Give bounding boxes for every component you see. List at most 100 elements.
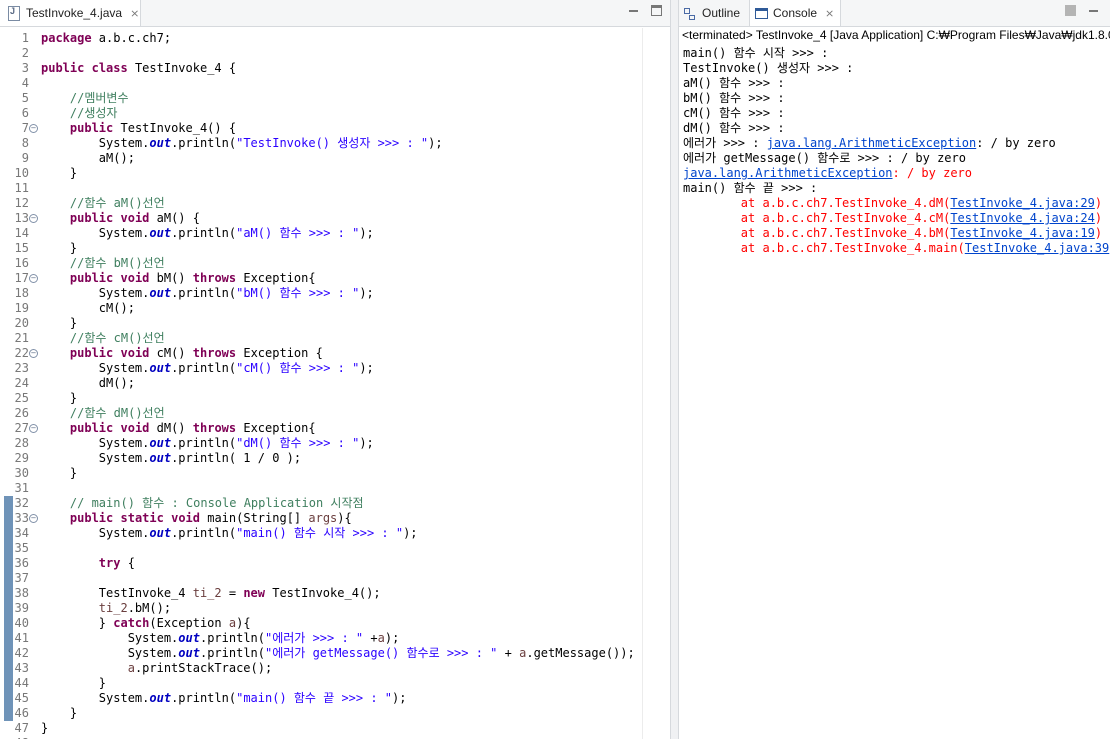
code-line[interactable]: 15 } (0, 241, 642, 256)
code-editor[interactable]: 1 package a.b.c.ch7; 2 3 public class TestIn… (0, 28, 642, 739)
code-line[interactable]: 17 public void bM() throws Exception{ (0, 271, 642, 286)
code-line[interactable]: 21 //함수 cM()선언 (0, 331, 642, 346)
code-line[interactable]: 46 } (0, 706, 642, 721)
code-line[interactable]: 26 //함수 dM()선언 (0, 406, 642, 421)
maximize-icon[interactable] (651, 5, 662, 16)
line-number: 8 (21, 136, 29, 150)
overview-ruler[interactable] (642, 28, 671, 739)
code-line[interactable]: 27 public void dM() throws Exception{ (0, 421, 642, 436)
hyperlink[interactable]: TestInvoke_4.java:24 (950, 211, 1095, 225)
code-text: public TestInvoke_4() { (41, 121, 236, 136)
close-icon[interactable]: ⨯ (825, 7, 834, 20)
code-line[interactable]: 23 System.out.println("cM() 함수 >>> : "); (0, 361, 642, 376)
code-line[interactable]: 4 (0, 76, 642, 91)
code-line[interactable]: 16 //함수 bM()선언 (0, 256, 642, 271)
code-line[interactable]: 29 System.out.println( 1 / 0 ); (0, 451, 642, 466)
code-line[interactable]: 37 (0, 571, 642, 586)
code-line[interactable]: 39 ti_2.bM(); (0, 601, 642, 616)
terminate-icon[interactable] (1065, 5, 1076, 16)
code-line[interactable]: 34 System.out.println("main() 함수 시작 >>> … (0, 526, 642, 541)
code-line[interactable]: 43 a.printStackTrace(); (0, 661, 642, 676)
code-line[interactable]: 11 (0, 181, 642, 196)
code-line[interactable]: 3 public class TestInvoke_4 { (0, 61, 642, 76)
code-token: void (120, 421, 150, 435)
code-line[interactable]: 14 System.out.println("aM() 함수 >>> : "); (0, 226, 642, 241)
code-line[interactable]: 36 try { (0, 556, 642, 571)
hyperlink[interactable]: java.lang.ArithmeticException (683, 166, 893, 180)
code-text: a.printStackTrace(); (41, 661, 273, 676)
code-line[interactable]: 10 } (0, 166, 642, 181)
editor-tab[interactable]: TestInvoke_4.java ⨯ (0, 0, 141, 26)
console-line: bM() 함수 >>> : (683, 91, 785, 106)
code-line[interactable]: 35 (0, 541, 642, 556)
line-number: 14 (14, 226, 29, 240)
code-line[interactable]: 41 System.out.println("에러가 >>> : " +a); (0, 631, 642, 646)
code-line[interactable]: 6 //생성자 (0, 106, 642, 121)
code-token: ) (1094, 196, 1103, 210)
code-line[interactable]: 44 } (0, 676, 642, 691)
code-line[interactable]: 42 System.out.println("에러가 getMessage() … (0, 646, 642, 661)
code-line[interactable]: 30 } (0, 466, 642, 481)
code-token: cM() (149, 346, 193, 360)
hyperlink[interactable]: TestInvoke_4.java:19 (950, 226, 1095, 240)
line-number: 28 (14, 436, 29, 450)
console-line: main() 함수 시작 >>> : (683, 46, 828, 61)
fold-toggle-icon[interactable] (29, 124, 38, 133)
hyperlink[interactable]: TestInvoke_4.java:29 (950, 196, 1095, 210)
close-icon[interactable]: ⨯ (130, 7, 139, 20)
code-line[interactable]: 8 System.out.println("TestInvoke() 생성자 >… (0, 136, 642, 151)
code-text: System.out.println( 1 / 0 ); (41, 451, 301, 466)
fold-toggle-icon[interactable] (29, 274, 38, 283)
code-line[interactable]: 32 // main() 함수 : Console Application 시작… (0, 496, 642, 511)
fold-toggle-icon[interactable] (29, 349, 38, 358)
code-token: ) (1094, 211, 1103, 225)
code-line[interactable]: 22 public void cM() throws Exception { (0, 346, 642, 361)
code-line[interactable]: 47} (0, 721, 642, 736)
minimize-icon[interactable] (1088, 5, 1099, 16)
code-text: ti_2.bM(); (41, 601, 171, 616)
code-token: public (41, 61, 85, 75)
code-line[interactable]: 20 } (0, 316, 642, 331)
hyperlink[interactable]: java.lang.ArithmeticException (767, 136, 977, 150)
code-line[interactable]: 13 public void aM() { (0, 211, 642, 226)
line-number: 44 (14, 676, 29, 690)
minimize-icon[interactable] (628, 5, 639, 16)
code-line[interactable]: 40 } catch(Exception a){ (0, 616, 642, 631)
tab-console[interactable]: Console ⨯ (749, 0, 841, 26)
fold-toggle-icon[interactable] (29, 424, 38, 433)
code-line[interactable]: 2 (0, 46, 642, 61)
code-line[interactable]: 24 dM(); (0, 376, 642, 391)
code-token: } (41, 706, 78, 720)
code-line[interactable]: 5 //멤버변수 (0, 91, 642, 106)
tab-outline[interactable]: Outline (679, 0, 753, 26)
code-line[interactable]: 28 System.out.println("dM() 함수 >>> : "); (0, 436, 642, 451)
code-line[interactable]: 38 TestInvoke_4 ti_2 = new TestInvoke_4(… (0, 586, 642, 601)
code-text: System.out.println("에러가 >>> : " +a); (41, 631, 400, 646)
tab-outline-label: Outline (702, 6, 741, 20)
code-line[interactable]: 33 public static void main(String[] args… (0, 511, 642, 526)
hyperlink[interactable]: TestInvoke_4.java:39 (965, 241, 1110, 255)
code-line[interactable]: 31 (0, 481, 642, 496)
code-token: System. (41, 646, 179, 660)
code-line[interactable]: 45 System.out.println("main() 함수 끝 >>> :… (0, 691, 642, 706)
code-line[interactable]: 18 System.out.println("bM() 함수 >>> : "); (0, 286, 642, 301)
code-token: System. (41, 691, 150, 705)
fold-toggle-icon[interactable] (29, 514, 38, 523)
code-line[interactable]: 7 public TestInvoke_4() { (0, 121, 642, 136)
code-text: } (41, 316, 77, 331)
code-token: .println( (171, 691, 237, 705)
code-token: out (149, 136, 172, 150)
code-line[interactable]: 19 cM(); (0, 301, 642, 316)
console-line: cM() 함수 >>> : (683, 106, 785, 121)
pane-divider[interactable] (670, 0, 679, 739)
code-line[interactable]: 12 //함수 aM()선언 (0, 196, 642, 211)
code-line[interactable]: 25 } (0, 391, 642, 406)
code-text: } (41, 676, 106, 691)
code-line[interactable]: 1 package a.b.c.ch7; (0, 31, 642, 46)
code-token: 에러가 >>> : (683, 136, 767, 150)
code-token: args (308, 511, 338, 525)
fold-toggle-icon[interactable] (29, 214, 38, 223)
code-line[interactable]: 9 aM(); (0, 151, 642, 166)
code-text: } (41, 391, 77, 406)
